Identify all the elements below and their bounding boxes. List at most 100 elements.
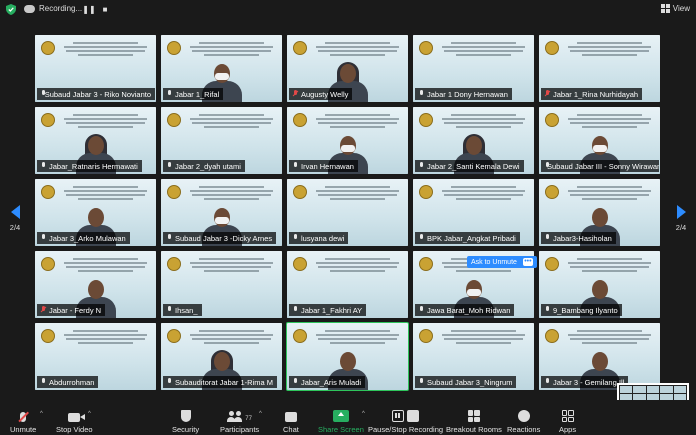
participant-name-tag: Jawa Barat_Moh Ridwan xyxy=(415,304,515,316)
participant-name-tag: Jabar 3_Arko Mulawan xyxy=(37,232,130,244)
stop-video-label: Stop Video xyxy=(56,425,93,434)
logo-icon xyxy=(41,329,55,343)
logo-icon xyxy=(293,329,307,343)
share-screen-button[interactable]: Share Screen xyxy=(318,408,364,434)
participant-name: Jabar_Ratnaris Hermawati xyxy=(49,161,138,171)
participant-tile[interactable]: Jabar 1_Fakhri AY xyxy=(287,251,408,318)
participant-name: Jabar 2_Santi Kemala Dewi xyxy=(427,161,520,171)
participant-tile[interactable]: Jabar 1_Rina Nurhidayah xyxy=(539,35,660,102)
participant-tile[interactable]: Augusty Welly xyxy=(287,35,408,102)
participant-name-tag: Ihsan_ xyxy=(163,304,202,316)
previous-page-button[interactable]: 2/4 xyxy=(8,205,22,232)
view-label: View xyxy=(672,4,690,13)
participant-tile[interactable]: Jabar 1_Rifal xyxy=(161,35,282,102)
participant-name-tag: Jabar 1_Rina Nurhidayah xyxy=(541,88,643,100)
security-button[interactable]: Security xyxy=(172,408,199,434)
participant-name-tag: lusyana dewi xyxy=(289,232,349,244)
participant-tile[interactable]: Subaud Jabar 3_Ningrum xyxy=(413,323,534,390)
participant-name: Jabar 1_Rifal xyxy=(175,89,220,99)
stop-icon xyxy=(407,410,420,422)
breakout-rooms-button[interactable]: Breakout Rooms xyxy=(446,408,502,434)
participant-name: Jabar 1_Fakhri AY xyxy=(301,305,363,315)
participant-name-tag: Augusty Welly xyxy=(289,88,353,100)
view-button[interactable]: View xyxy=(660,4,690,13)
logo-icon xyxy=(293,41,307,55)
pause-stop-recording-button[interactable]: Pause/Stop Recording xyxy=(368,408,443,434)
participant-tile[interactable]: Ihsan_ xyxy=(161,251,282,318)
reactions-button[interactable]: Reactions xyxy=(507,408,540,434)
participant-tile[interactable]: Jabar 3_Arko Mulawan xyxy=(35,179,156,246)
participant-tile[interactable]: Jabar 2_Santi Kemala Dewi xyxy=(413,107,534,174)
participant-tile[interactable]: Jabar_Aris Muladi xyxy=(286,322,409,391)
participant-name: Irvan Hernawan xyxy=(301,161,354,171)
logo-icon xyxy=(167,329,181,343)
share-options-caret-icon[interactable]: ^ xyxy=(362,411,365,417)
mic-icon xyxy=(544,306,550,314)
participant-name-tag: BPK Jabar_Angkat Pribadi xyxy=(415,232,520,244)
participant-name: Jabar 1 Dony Hernawan xyxy=(427,89,508,99)
pause-recording-icon[interactable]: ❚❚ xyxy=(82,4,95,14)
participant-tile[interactable]: Subaud Jabar 3 -Dicky Arnes xyxy=(161,179,282,246)
unmute-label: Unmute xyxy=(10,425,37,434)
video-camera-icon xyxy=(68,413,86,422)
apps-button[interactable]: Apps xyxy=(559,408,576,434)
participant-name-tag: Jabar_Aris Muladi xyxy=(289,376,366,388)
share-screen-label: Share Screen xyxy=(318,425,364,434)
page-indicator-left: 2/4 xyxy=(9,223,21,232)
unmute-button[interactable]: Unmute xyxy=(10,408,36,434)
mic-muted-icon xyxy=(292,90,298,98)
mic-icon xyxy=(166,90,172,98)
mic-icon xyxy=(40,378,46,386)
mic-icon xyxy=(166,162,172,170)
participants-options-caret-icon[interactable]: ^ xyxy=(259,411,262,417)
participant-tile[interactable]: Jabar 1 Dony Hernawan xyxy=(413,35,534,102)
participant-tile[interactable]: Subauditorat Jabar 1-Rima M xyxy=(161,323,282,390)
next-page-button[interactable]: 2/4 xyxy=(674,205,688,232)
logo-icon xyxy=(41,113,55,127)
audio-options-caret-icon[interactable]: ^ xyxy=(40,411,43,417)
participant-tile[interactable]: Jabar - Ferdy N xyxy=(35,251,156,318)
video-options-caret-icon[interactable]: ^ xyxy=(88,411,91,417)
logo-icon xyxy=(41,41,55,55)
mic-icon xyxy=(166,306,172,314)
participant-name: Jawa Barat_Moh Ridwan xyxy=(427,305,511,315)
participant-tile[interactable]: Jabar_Ratnaris Hermawati xyxy=(35,107,156,174)
mic-icon xyxy=(166,378,172,386)
participant-tile[interactable]: Jabar3-Hasiholan xyxy=(539,179,660,246)
participant-name: Jabar_Aris Muladi xyxy=(301,377,362,387)
participant-name-tag: 9_Bambang Ilyanto xyxy=(541,304,622,316)
participant-name: Jabar 3_Arko Mulawan xyxy=(49,233,126,243)
participant-name: Jabar 2_dyah utami xyxy=(175,161,241,171)
ask-to-unmute-button[interactable]: Ask to Unmute ••• xyxy=(467,256,537,268)
participant-name-tag: Jabar 1_Rifal xyxy=(163,88,224,100)
participant-tile[interactable]: Abdurrohman xyxy=(35,323,156,390)
participants-button[interactable]: 77 Participants xyxy=(220,408,259,434)
more-options-icon[interactable]: ••• xyxy=(522,258,533,266)
arrow-left-icon xyxy=(10,205,20,219)
participant-tile[interactable]: Irvan Hernawan xyxy=(287,107,408,174)
logo-icon xyxy=(545,257,559,271)
stop-recording-icon[interactable]: ■ xyxy=(100,4,110,14)
logo-icon xyxy=(545,113,559,127)
participant-tile[interactable]: 9_Bambang Ilyanto xyxy=(539,251,660,318)
pause-icon xyxy=(392,410,405,422)
smiley-icon xyxy=(517,410,530,422)
participant-name: Ihsan_ xyxy=(175,305,198,315)
participant-tile[interactable]: Jabar 2_dyah utami xyxy=(161,107,282,174)
mic-icon xyxy=(418,162,424,170)
participant-tile[interactable]: Subaud Jabar III - Sonny Wirawan xyxy=(539,107,660,174)
participants-label: Participants xyxy=(220,425,260,434)
breakout-rooms-icon xyxy=(467,410,480,422)
participant-tile[interactable]: Subaud Jabar 3 - Riko Novianto xyxy=(35,35,156,102)
mic-icon xyxy=(40,162,46,170)
participant-tile[interactable]: Jabar 3 - Gemilang Ill xyxy=(539,323,660,390)
participant-name-tag: Subaud Jabar 3 -Dicky Arnes xyxy=(163,232,277,244)
chat-button[interactable]: Chat xyxy=(283,408,299,434)
participant-name: Subauditorat Jabar 1-Rima M xyxy=(175,377,273,387)
mic-icon xyxy=(292,162,298,170)
participant-name: BPK Jabar_Angkat Pribadi xyxy=(427,233,516,243)
encryption-shield-icon[interactable] xyxy=(6,4,16,15)
participant-tile[interactable]: BPK Jabar_Angkat Pribadi xyxy=(413,179,534,246)
participant-tile[interactable]: lusyana dewi xyxy=(287,179,408,246)
participant-name: Jabar3-Hasiholan xyxy=(553,233,612,243)
